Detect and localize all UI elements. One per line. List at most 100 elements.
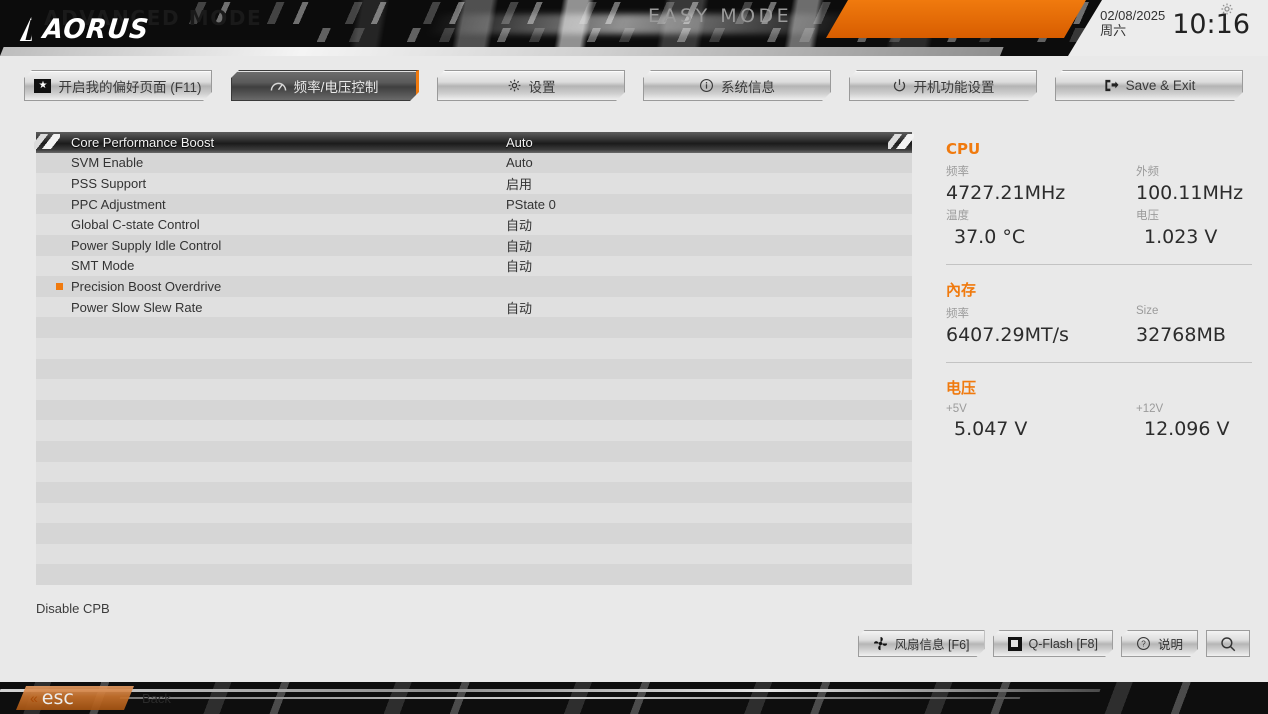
settings-row-value[interactable]: Auto — [506, 135, 533, 150]
settings-row[interactable] — [36, 502, 912, 524]
cpu-freq-label: 频率 — [946, 166, 969, 178]
memory-section-title: 內存 — [946, 281, 977, 299]
fan-info-label: 风扇信息 [F6] — [894, 638, 970, 652]
settings-row[interactable]: PSS Support 启用 — [36, 173, 912, 194]
settings-row-value[interactable]: Auto — [506, 155, 533, 170]
star-box-icon: ★ — [34, 79, 51, 93]
clock-date: 02/08/2025 — [1100, 8, 1166, 23]
svg-text:?: ? — [1141, 640, 1146, 649]
cpu-temp-label: 温度 — [946, 210, 969, 222]
settings-row[interactable]: Power Supply Idle Control 自动 — [36, 234, 912, 256]
settings-row[interactable]: Core Performance Boost Auto — [34, 132, 914, 153]
cpu-voltage-value: 1.023 V — [1144, 226, 1218, 248]
settings-row[interactable] — [36, 564, 912, 586]
advanced-mode-button[interactable] — [826, 0, 1086, 38]
v5-label: +5V — [946, 403, 967, 415]
settings-row-label: Precision Boost Overdrive — [71, 278, 222, 294]
power-icon — [892, 78, 907, 93]
settings-row-label: PSS Support — [71, 175, 147, 191]
gear-icon — [507, 78, 522, 93]
tab-frequency-voltage-label: 频率/电压控制 — [293, 79, 379, 95]
exit-icon — [1103, 78, 1119, 93]
brand-name: AORUS — [41, 14, 151, 45]
settings-row[interactable] — [36, 461, 912, 483]
settings-row-value[interactable]: PState 0 — [506, 197, 556, 212]
tab-favorites-label: 开启我的偏好页面 (F11) — [58, 79, 202, 95]
settings-row[interactable]: Precision Boost Overdrive — [36, 276, 912, 297]
settings-row[interactable] — [36, 420, 912, 441]
settings-row-label: Power Slow Slew Rate — [71, 299, 203, 315]
hardware-monitor-sidebar: CPU 频率 外频 4727.21MHz 100.11MHz 温度 电压 37.… — [946, 140, 1252, 440]
tab-save-exit[interactable]: Save & Exit — [1055, 70, 1243, 101]
bottom-bar-line-2 — [119, 697, 1021, 699]
settings-row-label: Core Performance Boost — [71, 134, 215, 150]
memory-size-label: Size — [1136, 305, 1159, 317]
tab-frequency-voltage[interactable]: 频率/电压控制 — [231, 70, 419, 101]
settings-row-value[interactable]: 启用 — [506, 174, 532, 193]
settings-row[interactable] — [36, 358, 912, 380]
settings-row[interactable] — [36, 317, 912, 338]
clock-weekday: 周六 — [1100, 23, 1127, 38]
settings-row-value[interactable]: 自动 — [506, 256, 532, 275]
cpu-temp-value: 37.0 °C — [954, 226, 1026, 248]
info-icon — [699, 78, 714, 93]
cpu-stats-grid: 频率 外频 4727.21MHz 100.11MHz 温度 电压 37.0 °C… — [946, 163, 1252, 248]
tab-system-info[interactable]: 系统信息 — [643, 70, 831, 101]
tab-boot-label: 开机功能设置 — [913, 79, 995, 95]
aorus-logo: AORUS — [18, 14, 151, 45]
settings-row[interactable] — [36, 399, 912, 421]
bottom-bar: « esc Back — [0, 682, 1268, 714]
help-text: Disable CPB — [36, 601, 110, 616]
gauge-icon — [270, 79, 287, 92]
bios-advanced-mode-screen: AORUS EASY MODE ADVANCED MODE 02/08/2025… — [0, 0, 1268, 714]
settings-row-value[interactable]: 自动 — [506, 236, 532, 255]
esc-back-button[interactable]: « esc — [16, 686, 134, 710]
v5-value: 5.047 V — [954, 418, 1028, 440]
settings-row[interactable] — [36, 482, 912, 503]
settings-row[interactable] — [36, 337, 912, 359]
gear-icon[interactable] — [1220, 2, 1234, 16]
fan-info-button[interactable]: 风扇信息 [F6] — [858, 630, 985, 657]
fan-icon — [873, 636, 888, 651]
help-button[interactable]: ? 说明 — [1121, 630, 1198, 657]
settings-row[interactable] — [36, 523, 912, 544]
cpu-section-title: CPU — [946, 140, 981, 158]
settings-row-label: Global C-state Control — [71, 217, 200, 233]
tab-system-info-label: 系统信息 — [721, 79, 775, 95]
voltage-stats-grid: +5V +12V 5.047 V 12.096 V — [946, 403, 1252, 440]
chevron-left-icon: « — [30, 690, 38, 706]
qflash-label: Q-Flash [F8] — [1028, 636, 1098, 651]
settings-row-label: SVM Enable — [71, 155, 144, 171]
settings-row[interactable]: Power Slow Slew Rate 自动 — [36, 296, 912, 318]
settings-row-value[interactable]: 自动 — [506, 298, 532, 317]
qflash-icon — [1008, 637, 1022, 651]
esc-label: esc — [41, 687, 74, 709]
tab-settings-label: 设置 — [528, 79, 556, 95]
settings-row-label: PPC Adjustment — [71, 196, 166, 212]
top-banner: AORUS EASY MODE ADVANCED MODE — [0, 0, 1268, 56]
cpu-bclk-value: 100.11MHz — [1136, 182, 1244, 204]
settings-row[interactable]: SVM Enable Auto — [36, 152, 912, 174]
settings-row-label: SMT Mode — [71, 258, 135, 274]
settings-row[interactable]: Global C-state Control 自动 — [36, 214, 912, 235]
settings-row-value[interactable]: 自动 — [506, 215, 532, 234]
question-icon: ? — [1136, 636, 1151, 651]
help-label: 说明 — [1157, 638, 1183, 652]
settings-row[interactable] — [36, 440, 912, 462]
tab-settings[interactable]: 设置 — [437, 70, 625, 101]
memory-freq-value: 6407.29MT/s — [946, 324, 1069, 346]
sidebar-divider-2 — [946, 362, 1252, 363]
submenu-marker-icon — [56, 282, 63, 290]
tab-boot[interactable]: 开机功能设置 — [849, 70, 1037, 101]
settings-row[interactable] — [36, 379, 912, 400]
tab-favorites[interactable]: ★ 开启我的偏好页面 (F11) — [24, 70, 212, 101]
easy-mode-button[interactable]: EASY MODE — [648, 5, 792, 27]
memory-freq-label: 频率 — [946, 308, 969, 320]
v12-label: +12V — [1136, 403, 1164, 415]
search-button[interactable] — [1206, 630, 1250, 657]
settings-row[interactable]: SMT Mode 自动 — [36, 255, 912, 277]
settings-row[interactable] — [36, 543, 912, 565]
qflash-button[interactable]: Q-Flash [F8] — [993, 630, 1113, 657]
settings-row[interactable]: PPC Adjustment PState 0 — [36, 193, 912, 215]
banner-bottom-edge — [0, 47, 1004, 56]
